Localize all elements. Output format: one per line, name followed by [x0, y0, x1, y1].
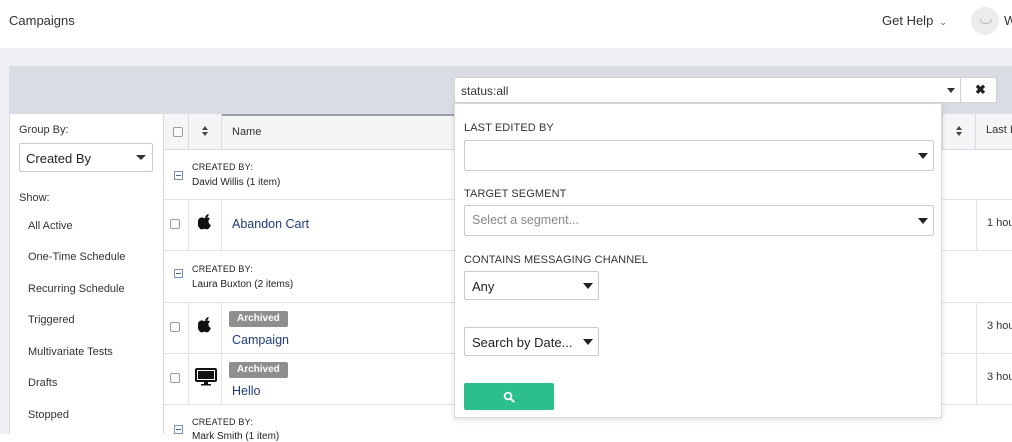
column-sort-header[interactable] — [942, 114, 976, 150]
search-input[interactable]: status:all ✖ — [454, 77, 997, 103]
last-edited-value: 1 hou — [987, 217, 1012, 229]
avatar[interactable] — [971, 7, 999, 35]
name-column-header[interactable]: Name — [222, 114, 454, 150]
messaging-channel-label: CONTAINS MESSAGING CHANNEL — [464, 254, 648, 266]
user-initial[interactable]: W — [1004, 13, 1012, 28]
platform-sort-header[interactable] — [188, 114, 222, 150]
filter-dropdown-icon[interactable] — [947, 88, 955, 93]
filter-panel: LAST EDITED BY TARGET SEGMENT Select a s… — [454, 103, 942, 418]
collapse-icon[interactable] — [174, 269, 183, 278]
name-column-label: Name — [232, 126, 262, 138]
messaging-channel-select[interactable]: Any — [464, 271, 599, 300]
caret-down-icon — [918, 153, 928, 159]
last-edited-by-select[interactable] — [464, 140, 934, 171]
chevron-down-icon: ⌄ — [939, 17, 947, 27]
target-segment-placeholder: Select a segment... — [472, 213, 580, 227]
row-checkbox[interactable] — [170, 373, 180, 383]
sort-icon — [956, 126, 963, 138]
group-owner: Laura Buxton (2 items) — [192, 279, 294, 290]
page-title: Campaigns — [9, 13, 75, 28]
sidebar-item-triggered[interactable]: Triggered — [28, 314, 75, 326]
sidebar-item-all-active[interactable]: All Active — [28, 220, 73, 232]
group-label: CREATED BY: — [192, 162, 254, 172]
search-value: status:all — [461, 84, 509, 98]
last-edited-column-header[interactable]: Last I — [986, 124, 1012, 136]
sidebar: Group By: Created By Show: All Active On… — [10, 114, 164, 434]
sidebar-item-drafts[interactable]: Drafts — [28, 377, 57, 389]
sidebar-item-multivariate-tests[interactable]: Multivariate Tests — [28, 346, 113, 358]
apple-icon — [198, 214, 211, 230]
search-by-date-value: Search by Date... — [472, 335, 573, 350]
campaign-name-link[interactable]: Abandon Cart — [232, 217, 309, 231]
group-by-select[interactable]: Created By — [19, 143, 153, 172]
archived-badge: Archived — [229, 311, 288, 327]
sort-icon — [202, 126, 209, 138]
apple-icon — [198, 317, 211, 333]
get-help-menu[interactable]: Get Help ⌄ — [882, 13, 947, 28]
caret-down-icon — [136, 155, 146, 160]
search-icon — [503, 391, 515, 403]
search-by-date-select[interactable]: Search by Date... — [464, 327, 599, 356]
select-all-checkbox[interactable] — [173, 127, 183, 137]
row-checkbox[interactable] — [170, 219, 180, 229]
target-segment-select[interactable]: Select a segment... — [464, 205, 934, 236]
sidebar-item-stopped[interactable]: Stopped — [28, 409, 69, 421]
sidebar-item-one-time-schedule[interactable]: One-Time Schedule — [28, 251, 125, 263]
close-icon: ✖ — [975, 82, 986, 97]
archived-badge: Archived — [229, 362, 288, 378]
messaging-channel-value: Any — [472, 279, 495, 294]
last-edited-by-label: LAST EDITED BY — [464, 122, 554, 134]
group-label: CREATED BY: — [192, 417, 254, 427]
desktop-icon — [195, 368, 217, 386]
group-owner: David Willis (1 item) — [192, 177, 281, 188]
target-segment-label: TARGET SEGMENT — [464, 188, 567, 200]
top-bar: Campaigns Get Help ⌄ W — [0, 0, 1012, 46]
sidebar-item-recurring-schedule[interactable]: Recurring Schedule — [28, 283, 125, 295]
show-label: Show: — [19, 192, 50, 204]
caret-down-icon — [583, 339, 593, 345]
group-label: CREATED BY: — [192, 264, 254, 274]
caret-down-icon — [583, 283, 593, 289]
group-owner: Mark Smith (1 item) — [192, 431, 280, 442]
get-help-label: Get Help — [882, 13, 934, 28]
clear-search-button[interactable]: ✖ — [960, 78, 997, 102]
apply-search-button[interactable] — [464, 383, 554, 410]
collapse-icon[interactable] — [174, 171, 183, 180]
row-checkbox[interactable] — [170, 322, 180, 332]
last-edited-value: 3 hou — [987, 371, 1012, 383]
group-by-label: Group By: — [19, 124, 69, 136]
campaign-name-link[interactable]: Campaign — [232, 333, 289, 347]
last-edited-value: 3 hou — [987, 320, 1012, 332]
caret-down-icon — [918, 218, 928, 224]
group-by-value: Created By — [26, 151, 92, 166]
collapse-icon[interactable] — [174, 425, 183, 434]
campaign-name-link[interactable]: Hello — [232, 384, 261, 398]
